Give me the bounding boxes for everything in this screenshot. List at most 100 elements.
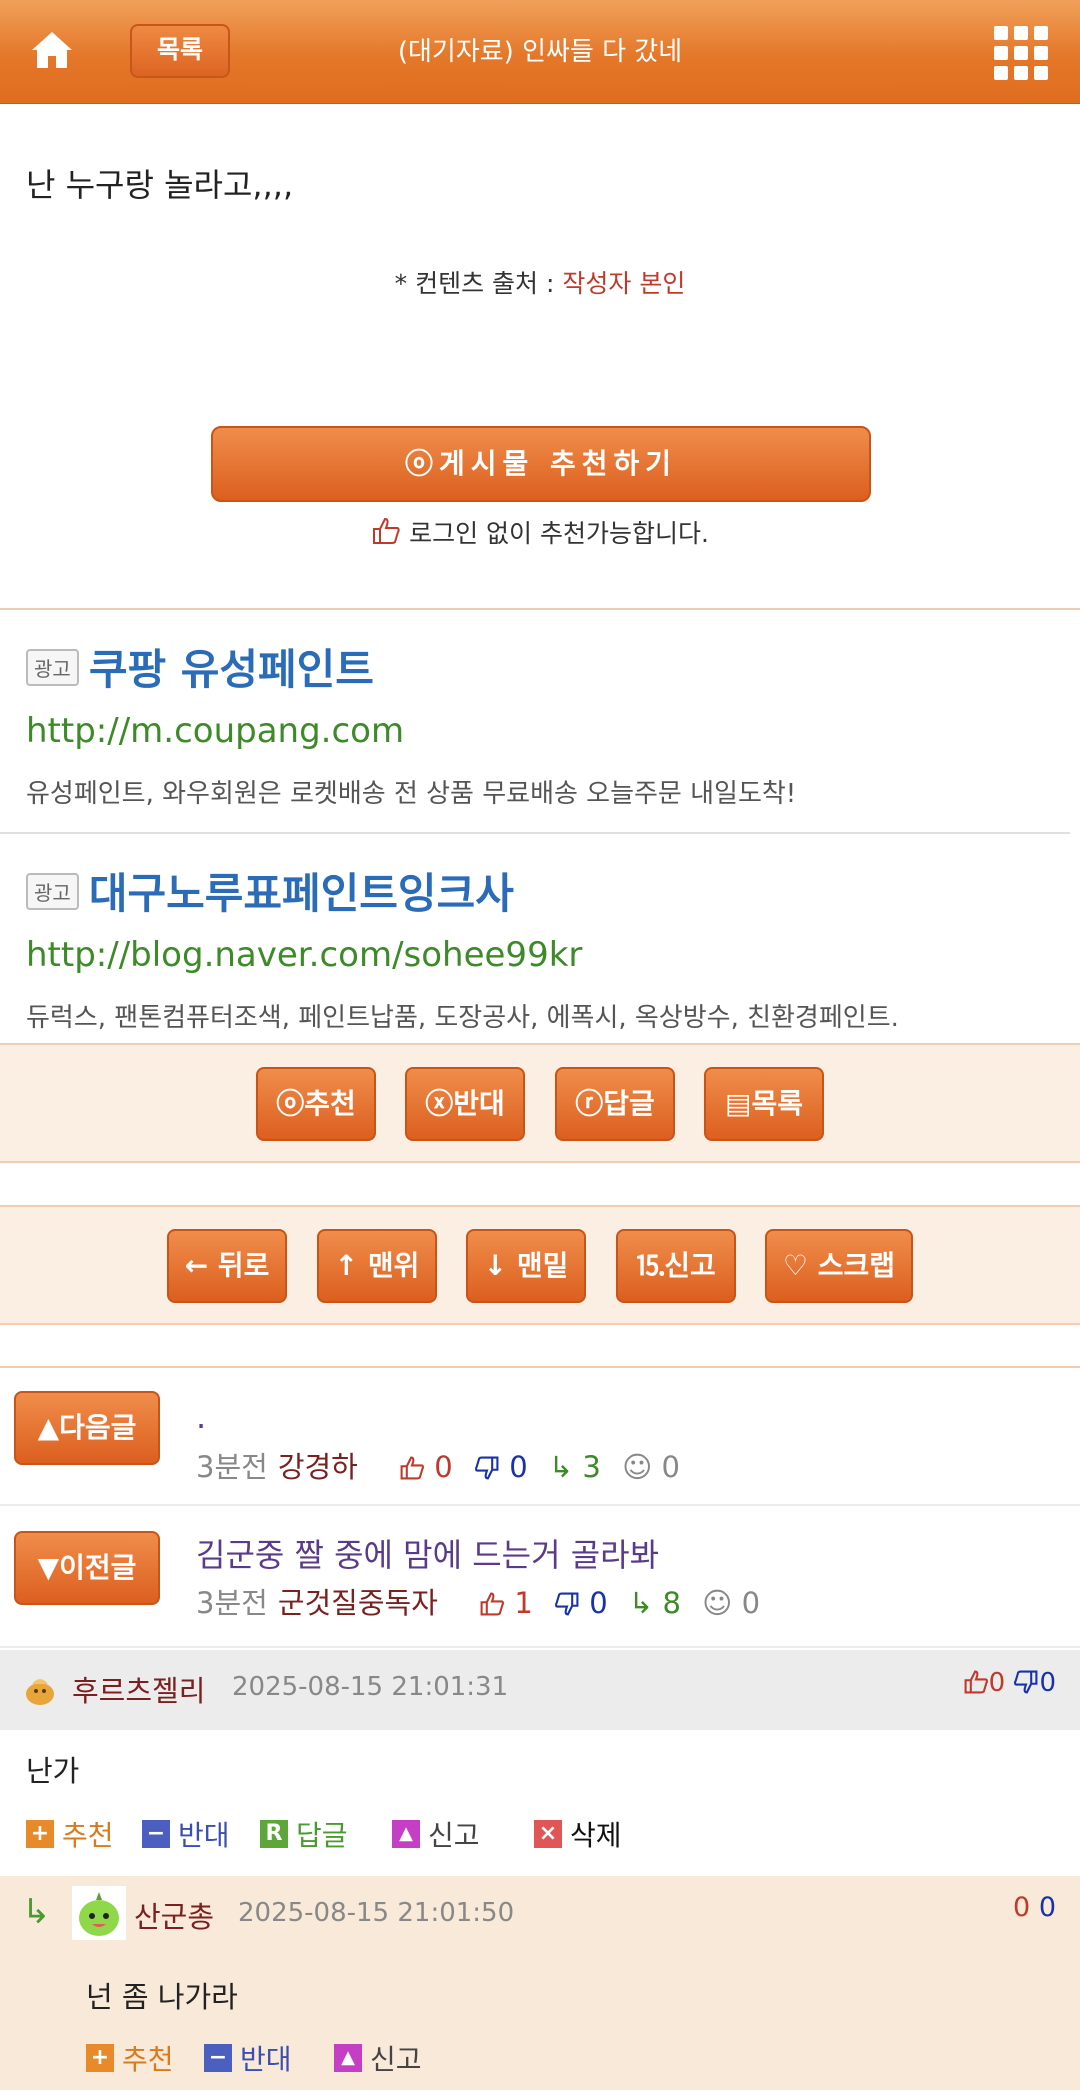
comment-header: 후르츠젤리 2025-08-15 21:01:31 0 0 bbox=[0, 1650, 1080, 1730]
reply-comment: ↳ 산군총 2025-08-15 21:01:50 0 0 넌 좀 나가라 + 추… bbox=[0, 1876, 1080, 2090]
reply-arrow-icon: ↳ bbox=[548, 1450, 574, 1484]
minus-icon: − bbox=[204, 2044, 232, 2072]
recommend-post-button[interactable]: ⓞ게시물 추천하기 bbox=[211, 426, 871, 502]
delete-x-icon: × bbox=[534, 1820, 562, 1848]
oppose-label: 반대 bbox=[178, 1819, 230, 1852]
reply-count: 8 bbox=[662, 1586, 681, 1620]
smile-count: 0 bbox=[741, 1586, 761, 1620]
delete-label: 삭제 bbox=[570, 1819, 622, 1852]
comment-votes: 0 0 bbox=[963, 1668, 1056, 1702]
next-post-button[interactable]: ▲다음글 bbox=[14, 1391, 160, 1465]
recommend-note: 로그인 없이 추천가능합니다. bbox=[0, 514, 1080, 552]
ad-description: 유성페인트, 와우회원은 로켓배송 전 상품 무료배송 오늘주문 내일도착! bbox=[26, 779, 797, 809]
top-bar: 목록 (대기자료) 인싸들 다 갔네 bbox=[0, 0, 1080, 104]
comment-text: 넌 좀 나가라 bbox=[86, 1980, 238, 2014]
thumbs-up-icon bbox=[371, 516, 401, 552]
reply-arrow-icon: ↳ bbox=[22, 1892, 51, 1932]
ad-title[interactable]: 대구노루표페인트잉크사 bbox=[89, 869, 514, 918]
prev-post-row[interactable]: ▼이전글 김군중 짤 중에 맘에 드는거 골라봐 3분전 군것질중독자 1 0 ↳… bbox=[0, 1506, 1080, 1648]
page-title: (대기자료) 인싸들 다 갔네 bbox=[397, 37, 683, 67]
ad-block[interactable]: 광고 대구노루표페인트잉크사 http://blog.naver.com/sohe… bbox=[26, 860, 1056, 1034]
scrap-button[interactable]: ♡ 스크랩 bbox=[765, 1229, 913, 1303]
report-label: 신고 bbox=[370, 2043, 422, 2076]
reply-arrow-icon: ↳ bbox=[628, 1586, 654, 1620]
recommend-button[interactable]: ⓞ추천 bbox=[256, 1067, 376, 1141]
recommend-label: 추천 bbox=[62, 1819, 114, 1852]
siren-icon: ▲ bbox=[392, 1820, 420, 1848]
post-time: 3분전 bbox=[196, 1450, 268, 1484]
back-button[interactable]: ← 뒤로 bbox=[167, 1229, 287, 1303]
report-button[interactable]: ⒖신고 bbox=[616, 1229, 736, 1303]
thumbs-up-icon[interactable] bbox=[963, 1669, 989, 1702]
menu-grid-icon[interactable] bbox=[994, 26, 1048, 80]
smile-icon: ☺ bbox=[702, 1586, 733, 1620]
up-count: 0 bbox=[434, 1450, 453, 1484]
up-count: 0 bbox=[1013, 1892, 1031, 1923]
next-post-title[interactable]: . bbox=[196, 1398, 206, 1436]
ad-url[interactable]: http://blog.naver.com/sohee99kr bbox=[26, 935, 1056, 975]
thumbs-up-icon bbox=[479, 1590, 505, 1624]
thumbs-down-icon[interactable] bbox=[1013, 1669, 1039, 1702]
reply-label: 답글 bbox=[296, 1819, 348, 1852]
source-value[interactable]: 작성자 본인 bbox=[562, 269, 685, 298]
comment-oppose-button[interactable]: − 반대 bbox=[204, 2038, 292, 2078]
list-button-bottom[interactable]: ▤목록 bbox=[704, 1067, 824, 1141]
reply-count: 3 bbox=[582, 1450, 601, 1484]
minus-icon: − bbox=[142, 1820, 170, 1848]
comment-author[interactable]: 산군총 bbox=[134, 1894, 214, 1936]
comment-recommend-button[interactable]: + 추천 bbox=[26, 1814, 114, 1854]
oppose-button[interactable]: ⓧ반대 bbox=[405, 1067, 525, 1141]
comment-reply-button[interactable]: R 답글 bbox=[260, 1814, 348, 1854]
divider bbox=[0, 608, 1080, 610]
comment-report-button[interactable]: ▲ 신고 bbox=[334, 2038, 422, 2078]
divider bbox=[0, 832, 1070, 834]
report-icon: ⒖ bbox=[636, 1249, 665, 1282]
ad-block[interactable]: 광고 쿠팡 유성페인트 http://m.coupang.com 유성페인트, 와… bbox=[26, 636, 1056, 810]
content-source: * 컨텐츠 출처 : 작성자 본인 bbox=[0, 264, 1080, 300]
post-action-bar: ⓞ추천 ⓧ반대 ⓡ답글 ▤목록 bbox=[0, 1043, 1080, 1163]
recommend-label: 추천 bbox=[122, 2043, 174, 2076]
reply-button[interactable]: ⓡ답글 bbox=[555, 1067, 675, 1141]
home-icon[interactable] bbox=[28, 26, 76, 74]
ad-url[interactable]: http://m.coupang.com bbox=[26, 711, 1056, 751]
scroll-top-button[interactable]: ↑ 맨위 bbox=[317, 1229, 437, 1303]
prev-post-title[interactable]: 김군중 짤 중에 맘에 드는거 골라봐 bbox=[196, 1530, 659, 1576]
comment-date: 2025-08-15 21:01:50 bbox=[238, 1898, 515, 1928]
thumbs-up-icon bbox=[399, 1454, 425, 1488]
recommend-note-text: 로그인 없이 추천가능합니다. bbox=[409, 519, 709, 548]
prev-post-button[interactable]: ▼이전글 bbox=[14, 1531, 160, 1605]
comment-recommend-button[interactable]: + 추천 bbox=[86, 2038, 174, 2078]
comment-report-button[interactable]: ▲ 신고 bbox=[392, 1814, 480, 1854]
scroll-bottom-button[interactable]: ↓ 맨밑 bbox=[466, 1229, 586, 1303]
siren-icon: ▲ bbox=[334, 2044, 362, 2072]
next-post-row[interactable]: ▲다음글 . 3분전 강경하 0 0 ↳ 3 ☺ 0 bbox=[0, 1368, 1080, 1506]
next-post-meta: 3분전 강경하 0 0 ↳ 3 ☺ 0 bbox=[196, 1444, 680, 1488]
down-count: 0 bbox=[589, 1586, 608, 1620]
smile-count: 0 bbox=[661, 1450, 680, 1484]
report-label: 신고 bbox=[428, 1819, 480, 1852]
avatar bbox=[22, 1672, 58, 1708]
comment-author[interactable]: 후르츠젤리 bbox=[72, 1668, 205, 1710]
comment-date: 2025-08-15 21:01:31 bbox=[232, 1672, 509, 1702]
plus-icon: + bbox=[86, 2044, 114, 2072]
thumbs-down-icon bbox=[474, 1454, 500, 1488]
oppose-label: 반대 bbox=[240, 2043, 292, 2076]
ad-title[interactable]: 쿠팡 유성페인트 bbox=[89, 645, 374, 694]
post-author[interactable]: 강경하 bbox=[278, 1450, 358, 1484]
comment-delete-button[interactable]: × 삭제 bbox=[534, 1814, 622, 1854]
post-body: 난 누구랑 놀라고,,,, bbox=[26, 166, 294, 204]
source-label: * 컨텐츠 출처 : bbox=[394, 269, 563, 298]
up-count: 1 bbox=[514, 1586, 533, 1620]
report-label: 신고 bbox=[664, 1249, 716, 1282]
list-button[interactable]: 목록 bbox=[130, 24, 230, 78]
post-time: 3분전 bbox=[196, 1586, 268, 1620]
comment-oppose-button[interactable]: − 반대 bbox=[142, 1814, 230, 1854]
post-author[interactable]: 군것질중독자 bbox=[278, 1586, 438, 1620]
avatar bbox=[72, 1886, 126, 1940]
thumbs-down-icon bbox=[554, 1590, 580, 1624]
comment-votes: 0 0 bbox=[1013, 1892, 1056, 1923]
navigation-bar: ← 뒤로 ↑ 맨위 ↓ 맨밑 ⒖신고 ♡ 스크랩 bbox=[0, 1205, 1080, 1325]
plus-icon: + bbox=[26, 1820, 54, 1848]
comment-text: 난가 bbox=[26, 1754, 80, 1788]
down-count: 0 bbox=[1039, 1668, 1056, 1698]
